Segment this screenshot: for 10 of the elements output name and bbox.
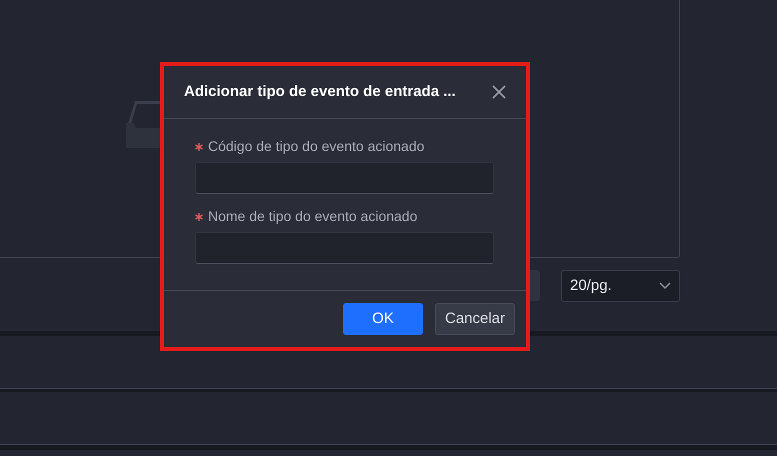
chevron-down-icon	[659, 282, 671, 290]
close-icon[interactable]	[492, 85, 506, 99]
input-field[interactable]	[195, 232, 494, 264]
field-label: Código de tipo do evento acionado	[208, 137, 424, 156]
dialog-title: Adicionar tipo de evento de entrada ...	[184, 82, 456, 102]
cancel-button[interactable]: Cancelar	[435, 303, 515, 335]
field-label: Nome de tipo do evento acionado	[208, 207, 418, 226]
ok-button[interactable]: OK	[343, 303, 423, 335]
page-size-select[interactable]: 20/pg.	[561, 270, 680, 302]
input-field[interactable]	[195, 162, 494, 194]
